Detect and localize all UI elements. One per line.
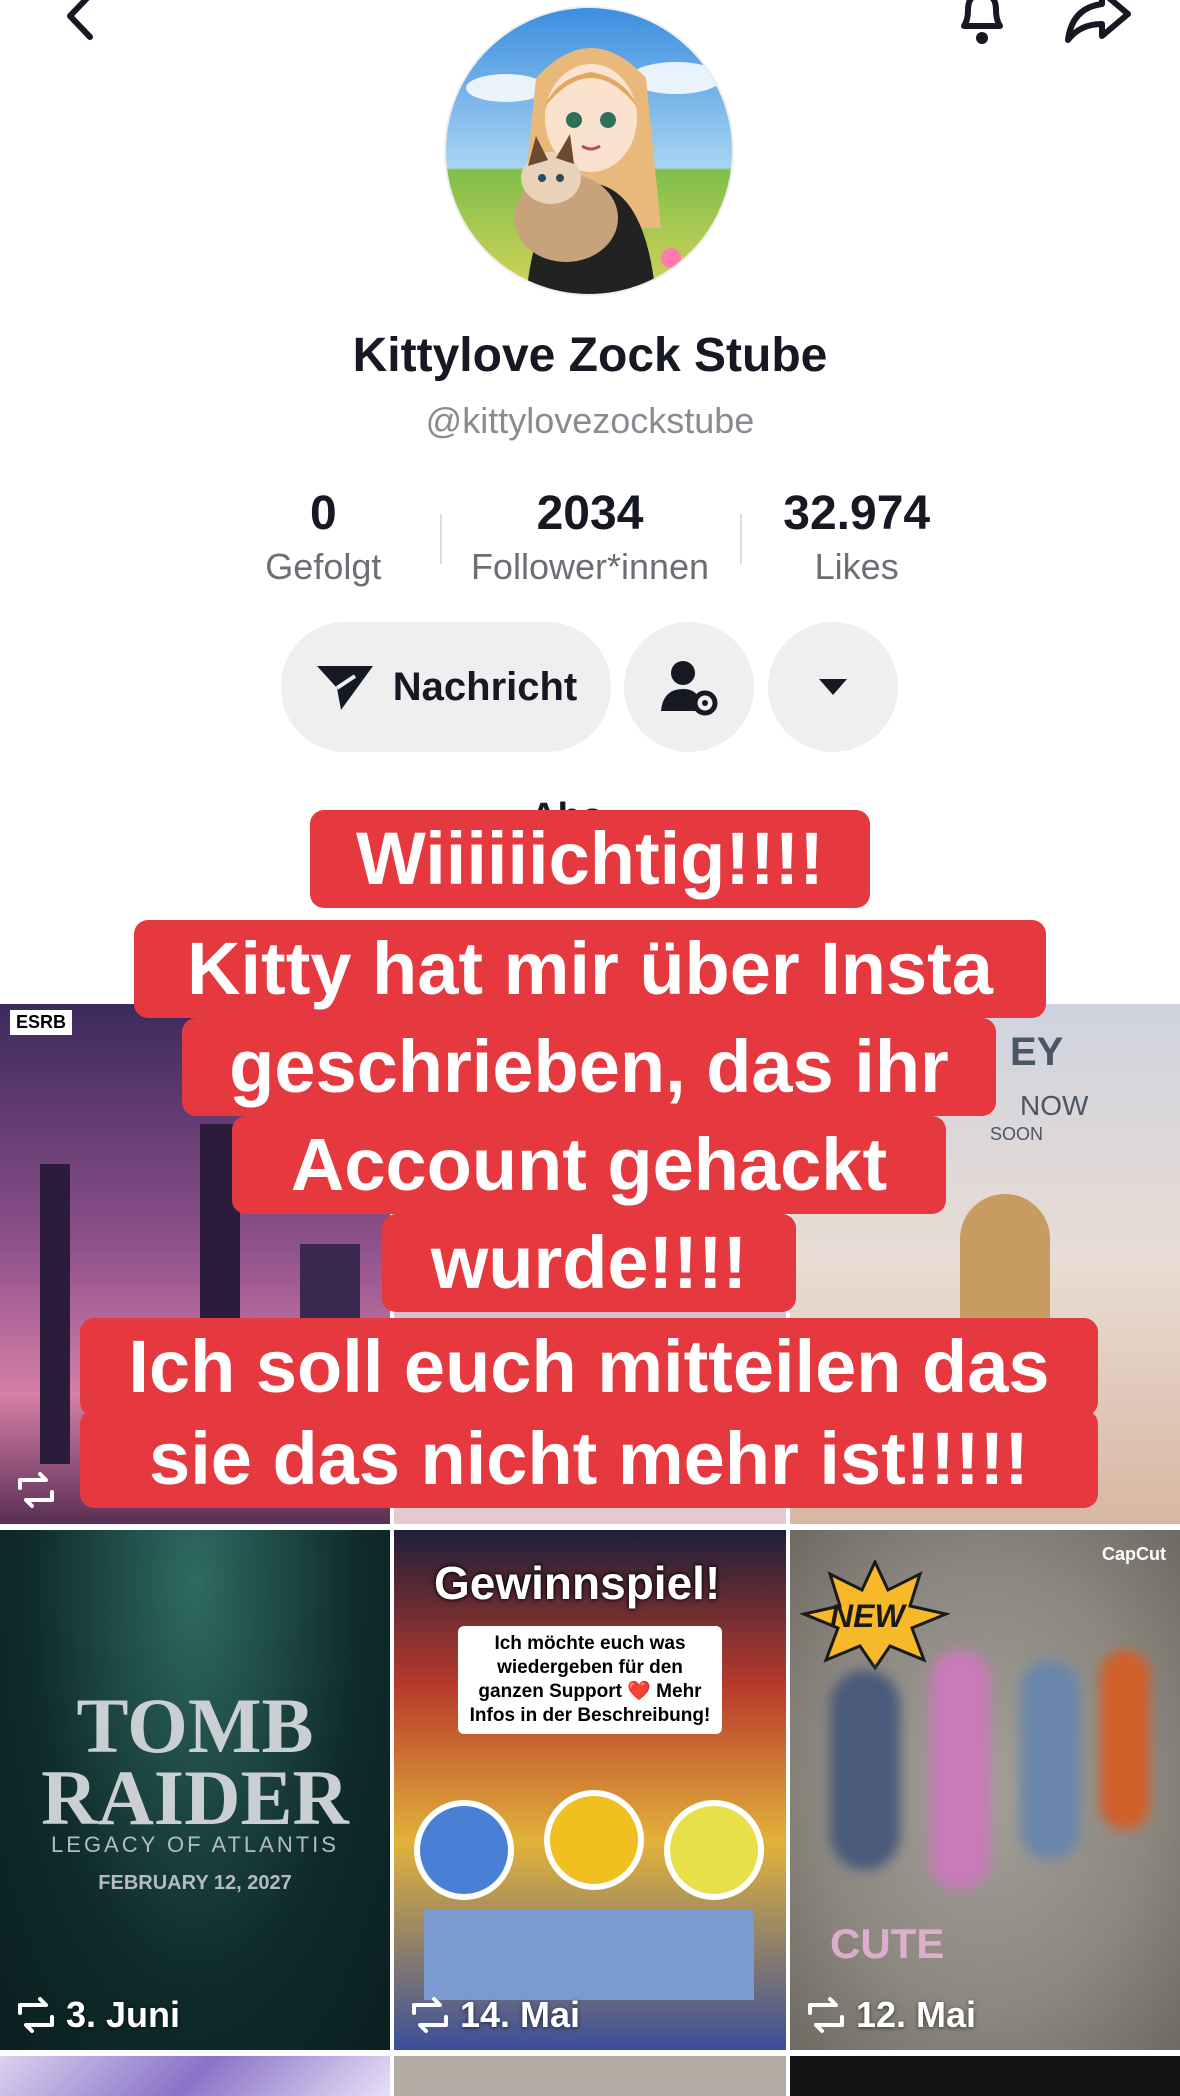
capcut-badge: CapCut (1102, 1544, 1166, 1564)
stat-divider (440, 514, 442, 564)
stat-following[interactable]: 0 Gefolgt (190, 484, 457, 594)
stat-followers-value: 2034 (536, 487, 644, 540)
message-button-label: Nachricht (392, 664, 578, 709)
stat-following-value: 0 (309, 487, 337, 540)
thumbnail-title: TOMB RAIDER (41, 1682, 349, 1841)
video-date-label: 14. Mai (460, 1994, 581, 2035)
overlay-line: sie das nicht mehr ist!!!!! (80, 1410, 1098, 1508)
thumbnail-date-line: FEBRUARY 12, 2027 (98, 1872, 292, 1894)
overlay-line: Account gehackt (232, 1116, 946, 1214)
repost-icon (412, 1997, 448, 2033)
overlay-line: Wiiiiiichtig!!!! (310, 810, 870, 908)
overlay-line: geschrieben, das ihr (182, 1018, 996, 1116)
thumbnail-cute-label: CUTE (830, 1920, 945, 1967)
video-date: 14. Mai (408, 1994, 580, 2036)
user-gear-icon (661, 661, 718, 716)
thumbnail-subtitle: Ich möchte euch was wiedergeben für den … (458, 1626, 722, 1734)
thumbnail-text: NOW (1020, 1090, 1089, 1121)
repost-icon (18, 1472, 54, 1508)
video-thumbnail[interactable] (790, 2056, 1180, 2096)
overlay-line: wurde!!!! (382, 1214, 796, 1312)
profile-actions: Nachricht (0, 622, 1180, 752)
esrb-badge: ESRB (10, 1010, 73, 1035)
dropdown-button[interactable] (768, 622, 898, 752)
stat-followers-label: Follower*innen (470, 546, 710, 587)
video-thumbnail[interactable]: Gewinnspiel! Ich möchte euch was wiederg… (394, 1530, 786, 2050)
video-date-label: 3. Juni (66, 1994, 181, 2035)
stat-likes-label: Likes (814, 546, 899, 587)
stat-followers[interactable]: 2034 Follower*innen (457, 484, 724, 594)
profile-handle: @kittylovezockstube (425, 400, 755, 441)
video-thumbnail[interactable] (0, 2056, 390, 2096)
stat-likes[interactable]: 32.974 Likes (723, 484, 990, 594)
repost-icon (18, 1997, 54, 2033)
user-settings-button[interactable] (624, 622, 754, 752)
send-icon (316, 666, 373, 710)
video-date: 12. Mai (804, 1994, 976, 2036)
thumbnail-title: Gewinnspiel! (434, 1557, 721, 1609)
back-arrow-icon[interactable] (50, 0, 110, 46)
thumbnail-subtitle: LEGACY OF ATLANTIS (51, 1832, 339, 1857)
video-thumbnail[interactable] (394, 2056, 786, 2096)
profile-stats: 0 Gefolgt 2034 Follower*innen 32.974 Lik… (190, 484, 990, 594)
thumbnail-new-label: NEW (830, 1598, 905, 1634)
stat-likes-value: 32.974 (783, 487, 931, 540)
repost-icon (808, 1997, 844, 2033)
thumbnail-text: EY (1010, 1030, 1064, 1074)
stat-following-label: Gefolgt (265, 546, 382, 587)
profile-avatar[interactable] (444, 6, 734, 296)
share-icon[interactable] (1062, 0, 1134, 50)
bell-icon[interactable] (950, 0, 1014, 50)
thumbnail-text: SOON (990, 1124, 1044, 1144)
video-thumbnail[interactable]: TOMB RAIDER LEGACY OF ATLANTIS FEBRUARY … (0, 1530, 390, 2050)
video-date-label: 12. Mai (856, 1994, 977, 2035)
profile-display-name: Kittylove Zock Stube (352, 329, 828, 382)
overlay-line: Ich soll euch mitteilen das (80, 1318, 1098, 1416)
message-button[interactable]: Nachricht (281, 622, 611, 752)
video-date: 3. Juni (14, 1994, 180, 2036)
overlay-line: Kitty hat mir über Insta (134, 920, 1046, 1018)
video-thumbnail[interactable]: CapCut NEW CUTE 12. Mai (790, 1530, 1180, 2050)
caret-down-icon (819, 679, 847, 695)
